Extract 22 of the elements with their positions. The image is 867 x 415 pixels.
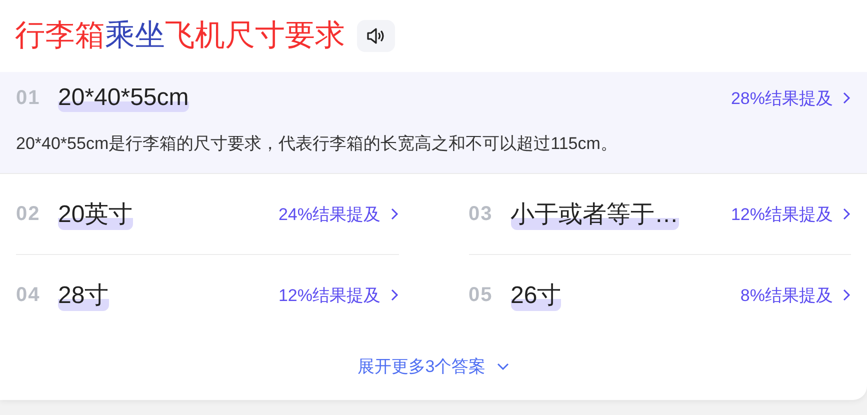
answer-description: 20*40*55cm是行李箱的尺寸要求，代表行李箱的长宽高之和不可以超过115cm。 [16, 133, 618, 155]
rank-number: 05 [468, 284, 494, 306]
chevron-right-icon [841, 288, 851, 302]
speaker-icon [365, 25, 387, 47]
chevron-right-icon [388, 288, 398, 302]
mention-link[interactable]: 12%结果提及 [730, 202, 851, 226]
rank-number: 02 [16, 202, 42, 226]
mention-link[interactable]: 12%结果提及 [278, 284, 398, 306]
rank-number: 01 [16, 86, 42, 110]
chevron-right-icon [841, 91, 851, 105]
rank-number: 03 [468, 202, 494, 226]
mention-link[interactable]: 24%结果提及 [278, 202, 398, 226]
speaker-button[interactable] [357, 20, 395, 52]
chevron-right-icon [841, 207, 851, 221]
mention-link[interactable]: 8%结果提及 [740, 284, 851, 306]
chevron-down-icon [496, 362, 510, 372]
answer-panel[interactable]: 01 20*40*55cm 28%结果提及 20*40*55cm是行李箱的尺寸要求，代表行李箱的长宽高之和不可以超过115cm。 [0, 72, 867, 174]
title: 行李箱乘坐飞机尺寸要求 [15, 18, 345, 54]
expand-more-link[interactable]: 展开更多3个答案 [357, 355, 510, 378]
rank-number: 04 [16, 284, 42, 306]
mention-link[interactable]: 28%结果提及 [730, 86, 851, 110]
chevron-right-icon [388, 207, 398, 221]
